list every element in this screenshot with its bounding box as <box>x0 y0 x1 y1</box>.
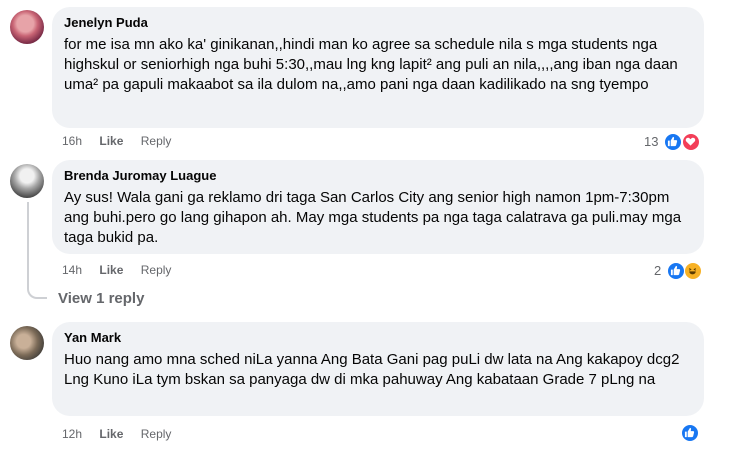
avatar[interactable] <box>10 164 44 198</box>
like-button[interactable]: Like <box>99 426 123 442</box>
comment-bubble: Yan Mark Huo nang amo mna sched niLa yan… <box>52 322 704 416</box>
like-button[interactable]: Like <box>99 133 123 149</box>
reply-button[interactable]: Reply <box>141 262 172 278</box>
comment-text: for me isa mn ako ka' ginikanan,,hindi m… <box>64 36 678 93</box>
reaction-summary[interactable]: 2 <box>654 262 703 280</box>
reply-thread-line <box>27 202 47 299</box>
comment-timestamp[interactable]: 16h <box>62 133 82 149</box>
comment-timestamp[interactable]: 14h <box>62 262 82 278</box>
love-icon <box>681 133 700 151</box>
comment-text: Huo nang amo mna sched niLa yanna Ang Ba… <box>64 351 680 388</box>
like-icon <box>666 262 685 280</box>
comment-actions: 14h Like Reply <box>62 262 185 278</box>
comment-bubble: Jenelyn Puda for me isa mn ako ka' ginik… <box>52 7 704 128</box>
like-icon <box>681 424 699 442</box>
comment-actions: 12h Like Reply <box>62 426 185 442</box>
comment-timestamp[interactable]: 12h <box>62 426 82 442</box>
avatar[interactable] <box>10 326 44 360</box>
comment-author[interactable]: Brenda Juromay Luague <box>64 168 692 184</box>
like-icon <box>664 133 683 151</box>
comments-section: Jenelyn Puda for me isa mn ako ka' ginik… <box>0 0 750 460</box>
reaction-count: 2 <box>654 263 662 278</box>
like-button[interactable]: Like <box>99 262 123 278</box>
reaction-count: 13 <box>644 134 659 149</box>
comment-actions: 16h Like Reply <box>62 133 185 149</box>
view-replies-link[interactable]: View 1 reply <box>58 290 144 307</box>
comment-text: Ay sus! Wala gani ga reklamo dri taga Sa… <box>64 189 682 246</box>
avatar[interactable] <box>10 10 44 44</box>
reply-button[interactable]: Reply <box>141 426 172 442</box>
reaction-summary[interactable] <box>681 424 699 442</box>
comment-bubble: Brenda Juromay Luague Ay sus! Wala gani … <box>52 160 704 254</box>
reply-button[interactable]: Reply <box>141 133 172 149</box>
comment-author[interactable]: Jenelyn Puda <box>64 15 692 31</box>
comment-author[interactable]: Yan Mark <box>64 330 692 346</box>
haha-icon <box>684 262 703 280</box>
reaction-summary[interactable]: 13 <box>644 133 700 151</box>
